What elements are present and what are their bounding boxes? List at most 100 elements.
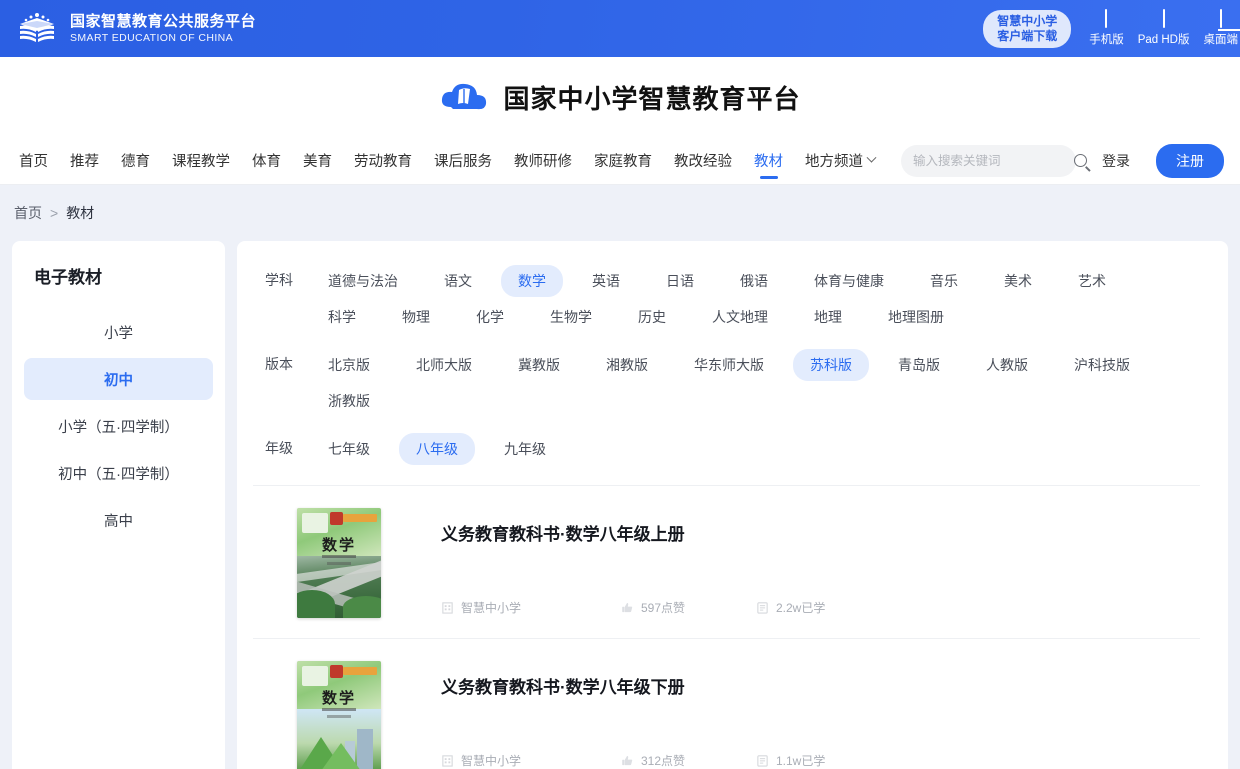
cover-subject-label: 数学 bbox=[321, 690, 356, 707]
version-option-ecnu[interactable]: 华东师大版 bbox=[677, 349, 781, 381]
book-publisher-text: 智慧中小学 bbox=[461, 754, 522, 768]
filter-version-options: 北京版 北师大版 冀教版 湘教版 华东师大版 苏科版 青岛版 人教版 沪科技版 … bbox=[305, 347, 1200, 419]
nav-item-textbooks[interactable]: 教材 bbox=[743, 137, 794, 185]
subject-option-music[interactable]: 音乐 bbox=[913, 265, 975, 297]
filter-grade: 年级 七年级 八年级 九年级 bbox=[253, 425, 1200, 473]
table-row[interactable]: 数学 义务教育教科书·数学八年级上册 智慧中小学 597点赞 2.2w已学 bbox=[253, 485, 1200, 638]
thumbs-up-icon bbox=[622, 756, 633, 766]
subject-option-russian[interactable]: 俄语 bbox=[723, 265, 785, 297]
version-option-qingdao[interactable]: 青岛版 bbox=[881, 349, 957, 381]
platform-brand[interactable]: 国家中小学智慧教育平台 bbox=[439, 77, 800, 117]
book-publisher: 智慧中小学 bbox=[441, 599, 621, 616]
subject-option-fine-arts[interactable]: 美术 bbox=[987, 265, 1049, 297]
nav-item-reform-experience[interactable]: 教改经验 bbox=[663, 137, 743, 185]
breadcrumb-bar: 首页 > 教材 bbox=[0, 185, 1240, 241]
book-title[interactable]: 义务教育教科书·数学八年级下册 bbox=[441, 661, 1196, 698]
tablet-icon bbox=[1162, 9, 1165, 28]
book-publisher: 智慧中小学 bbox=[441, 752, 621, 769]
nav-item-moral-education[interactable]: 德育 bbox=[110, 137, 161, 185]
nav-item-local-channel-label: 地方频道 bbox=[805, 154, 863, 170]
version-option-bsd[interactable]: 北师大版 bbox=[399, 349, 489, 381]
subject-option-physics[interactable]: 物理 bbox=[385, 301, 447, 333]
breadcrumb-current: 教材 bbox=[66, 205, 95, 221]
book-likes-text: 312点赞 bbox=[641, 754, 686, 768]
nav-item-list: 首页 推荐 德育 课程教学 体育 美育 劳动教育 课后服务 教师研修 家庭教育 … bbox=[8, 137, 886, 185]
building-icon bbox=[442, 602, 453, 614]
subject-option-chinese[interactable]: 语文 bbox=[427, 265, 489, 297]
subject-option-science[interactable]: 科学 bbox=[311, 301, 373, 333]
subject-option-japanese[interactable]: 日语 bbox=[649, 265, 711, 297]
sidebar-item-primary-54[interactable]: 小学（五·四学制） bbox=[24, 405, 213, 447]
subject-option-moral-law[interactable]: 道德与法治 bbox=[311, 265, 415, 297]
version-option-suke[interactable]: 苏科版 bbox=[793, 349, 869, 381]
download-desktop-label: 桌面端 bbox=[1203, 34, 1239, 46]
brand-row: 国家中小学智慧教育平台 bbox=[0, 57, 1240, 137]
subject-option-english[interactable]: 英语 bbox=[575, 265, 637, 297]
thumbs-up-icon bbox=[622, 603, 633, 613]
grade-option-9[interactable]: 九年级 bbox=[487, 433, 563, 465]
filter-subject-label: 学科 bbox=[265, 272, 293, 288]
login-button[interactable]: 登录 bbox=[1090, 145, 1142, 177]
version-option-zhejiao[interactable]: 浙教版 bbox=[311, 385, 387, 417]
version-option-beijing[interactable]: 北京版 bbox=[311, 349, 387, 381]
filter-subject-options: 道德与法治 语文 数学 英语 日语 俄语 体育与健康 音乐 美术 艺术 科学 物… bbox=[305, 263, 1200, 335]
nav-item-physical-education[interactable]: 体育 bbox=[241, 137, 292, 185]
download-desktop[interactable]: 桌面端 bbox=[1203, 9, 1239, 47]
sidebar-item-primary[interactable]: 小学 bbox=[24, 311, 213, 353]
subject-option-math[interactable]: 数学 bbox=[501, 265, 563, 297]
nav-item-home[interactable]: 首页 bbox=[8, 137, 59, 185]
version-option-jijiao[interactable]: 冀教版 bbox=[501, 349, 577, 381]
grade-option-8[interactable]: 八年级 bbox=[399, 433, 475, 465]
gov-title-block: 国家智慧教育公共服务平台 SMART EDUCATION OF CHINA bbox=[70, 13, 256, 44]
book-list: 数学 义务教育教科书·数学八年级上册 智慧中小学 597点赞 2.2w已学 数学… bbox=[253, 485, 1200, 769]
subject-option-geography[interactable]: 地理 bbox=[797, 301, 859, 333]
table-row[interactable]: 数学 义务教育教科书·数学八年级下册 智慧中小学 312点赞 1.1w已学 bbox=[253, 638, 1200, 769]
book-studied: 2.2w已学 bbox=[756, 599, 825, 616]
subject-option-chemistry[interactable]: 化学 bbox=[459, 301, 521, 333]
nav-item-curriculum[interactable]: 课程教学 bbox=[161, 137, 241, 185]
grade-option-7[interactable]: 七年级 bbox=[311, 433, 387, 465]
subject-option-pe-health[interactable]: 体育与健康 bbox=[797, 265, 901, 297]
download-mobile[interactable]: 手机版 bbox=[1089, 9, 1124, 47]
subject-option-geography-atlas[interactable]: 地理图册 bbox=[871, 301, 961, 333]
breadcrumb-separator: > bbox=[50, 205, 59, 221]
register-button[interactable]: 注册 bbox=[1156, 143, 1224, 178]
search-icon[interactable] bbox=[1074, 154, 1087, 167]
download-platform-list: 手机版 Pad HD版 桌面端 bbox=[1089, 9, 1239, 47]
book-publisher-text: 智慧中小学 bbox=[461, 601, 522, 615]
gov-logo[interactable]: 国家智慧教育公共服务平台 SMART EDUCATION OF CHINA bbox=[14, 11, 256, 47]
nav-item-labor-education[interactable]: 劳动教育 bbox=[343, 137, 423, 185]
subject-option-human-geography[interactable]: 人文地理 bbox=[695, 301, 785, 333]
sidebar-item-senior-high[interactable]: 高中 bbox=[24, 499, 213, 541]
search-box[interactable] bbox=[901, 144, 1087, 177]
version-option-xiangjiao[interactable]: 湘教版 bbox=[589, 349, 665, 381]
book-studied: 1.1w已学 bbox=[756, 752, 825, 769]
subject-option-history[interactable]: 历史 bbox=[621, 301, 683, 333]
book-title[interactable]: 义务教育教科书·数学八年级上册 bbox=[441, 508, 1196, 545]
filter-grade-options: 七年级 八年级 九年级 bbox=[305, 431, 1200, 467]
nav-item-family-education[interactable]: 家庭教育 bbox=[583, 137, 663, 185]
search-input[interactable] bbox=[913, 153, 1074, 168]
main-panel: 学科 道德与法治 语文 数学 英语 日语 俄语 体育与健康 音乐 美术 艺术 科… bbox=[237, 241, 1228, 769]
cover-art-highway bbox=[297, 556, 381, 618]
version-option-hukeji[interactable]: 沪科技版 bbox=[1057, 349, 1147, 381]
nav-item-local-channel[interactable]: 地方频道 bbox=[794, 137, 886, 185]
filter-version-label: 版本 bbox=[265, 356, 293, 372]
nav-item-after-school[interactable]: 课后服务 bbox=[423, 137, 503, 185]
version-option-renjiao[interactable]: 人教版 bbox=[969, 349, 1045, 381]
client-download-button[interactable]: 智慧中小学 客户端下载 bbox=[983, 9, 1072, 48]
nav-item-aesthetic-education[interactable]: 美育 bbox=[292, 137, 343, 185]
book-studied-text: 2.2w已学 bbox=[776, 601, 826, 615]
gov-title-cn: 国家智慧教育公共服务平台 bbox=[70, 12, 257, 30]
book-likes: 312点赞 bbox=[621, 752, 756, 769]
sidebar-item-junior-high-54[interactable]: 初中（五·四学制） bbox=[24, 452, 213, 494]
sidebar-item-junior-high[interactable]: 初中 bbox=[24, 358, 213, 400]
nav-item-teacher-training[interactable]: 教师研修 bbox=[503, 137, 583, 185]
download-tablet[interactable]: Pad HD版 bbox=[1138, 9, 1190, 47]
subject-option-arts[interactable]: 艺术 bbox=[1061, 265, 1123, 297]
book-likes-text: 597点赞 bbox=[641, 601, 686, 615]
subject-option-biology[interactable]: 生物学 bbox=[533, 301, 609, 333]
breadcrumb: 首页 > 教材 bbox=[14, 203, 94, 223]
nav-item-recommend[interactable]: 推荐 bbox=[59, 137, 110, 185]
breadcrumb-home[interactable]: 首页 bbox=[14, 203, 42, 223]
